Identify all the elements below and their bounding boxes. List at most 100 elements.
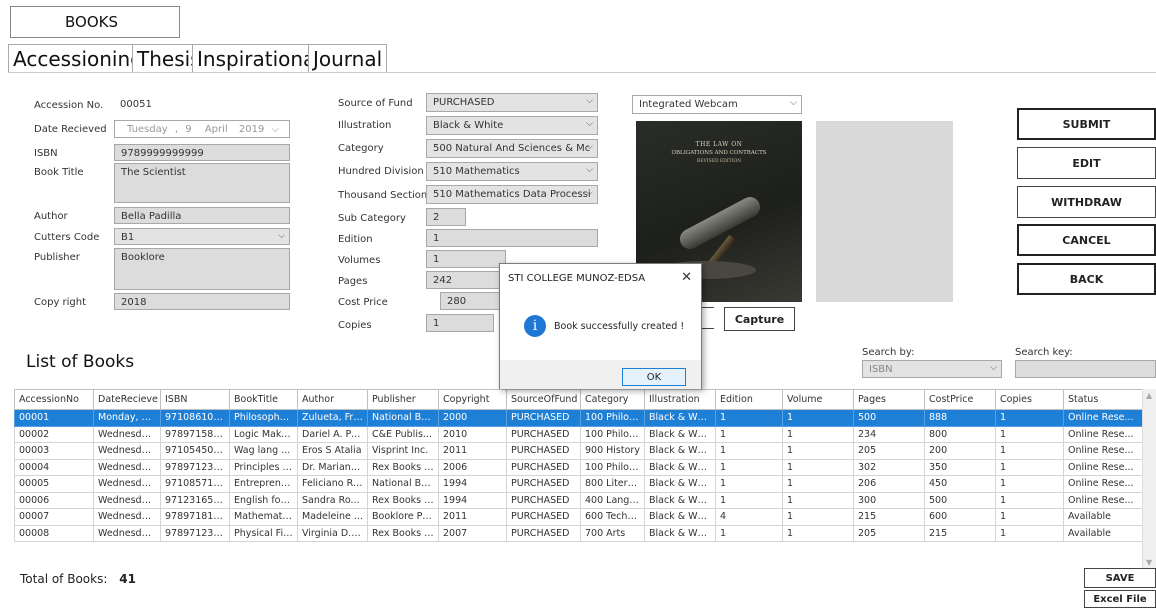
chevron-down-icon: ⌵ — [790, 98, 797, 108]
sub-category-field[interactable]: 2 — [426, 208, 466, 226]
tab-accessioning[interactable]: Accessioning — [8, 44, 148, 72]
cancel-button[interactable]: CANCEL — [1017, 224, 1156, 256]
column-header[interactable]: Category — [580, 389, 645, 410]
tab-journal[interactable]: Journal — [308, 44, 388, 72]
column-header[interactable]: AccessionNo — [14, 389, 94, 410]
column-header[interactable]: Pages — [853, 389, 925, 410]
isbn-label: ISBN — [34, 148, 58, 159]
webcam-start-button[interactable] — [700, 307, 714, 329]
column-header[interactable]: Publisher — [367, 389, 439, 410]
table-cell: 9789712345... — [160, 458, 230, 476]
webcam-select[interactable]: Integrated Webcam ⌵ — [632, 95, 802, 114]
chevron-down-icon: ⌵ — [586, 188, 593, 198]
copies-label: Copies — [338, 320, 372, 331]
cost-price-field[interactable]: 280 — [440, 292, 506, 310]
date-received-picker[interactable]: Tuesday , 9 April 2019 ⌵ — [114, 120, 290, 138]
book-title-field[interactable]: The Scientist — [114, 163, 290, 203]
column-header[interactable]: Copies — [995, 389, 1064, 410]
table-cell: 600 Techno... — [580, 508, 645, 526]
table-cell: 00002 — [14, 425, 94, 443]
column-header[interactable]: Edition — [715, 389, 783, 410]
column-header[interactable]: CostPrice — [924, 389, 996, 410]
scroll-up-icon: ▲ — [1146, 391, 1153, 400]
copyright-field[interactable]: 2018 — [114, 293, 290, 310]
table-cell: Feliciano R. ... — [297, 475, 368, 493]
thousand-sections-select[interactable]: 510 Mathematics Data Processi ⌵ — [426, 185, 598, 204]
table-row[interactable]: 00002 Wednesda... 9789715849... Logic Make.… — [14, 425, 1143, 443]
column-header[interactable]: BookTitle — [229, 389, 298, 410]
save-button[interactable]: SAVE — [1084, 568, 1156, 588]
table-cell: 1 — [782, 475, 854, 493]
illustration-select[interactable]: Black & White ⌵ — [426, 116, 598, 135]
column-header[interactable]: Volume — [782, 389, 854, 410]
column-header[interactable]: SourceOfFund — [506, 389, 581, 410]
pages-field[interactable]: 242 — [426, 271, 506, 289]
edition-field[interactable]: 1 — [426, 229, 598, 247]
publisher-field[interactable]: Booklore — [114, 248, 290, 290]
table-scrollbar[interactable]: ▲ ▼ — [1142, 389, 1156, 569]
table-cell: 1994 — [438, 491, 507, 509]
table-cell: Wednesda... — [93, 508, 161, 526]
table-row[interactable]: 00004 Wednesda... 9789712345... Principles … — [14, 458, 1143, 476]
table-cell: 205 — [853, 442, 925, 460]
edit-button[interactable]: EDIT — [1017, 147, 1156, 179]
table-row[interactable]: 00003 Wednesda... 9710545086 Wag lang ... Er… — [14, 442, 1143, 460]
column-header[interactable]: DateRecieve — [93, 389, 161, 410]
table-cell: Wednesda... — [93, 475, 161, 493]
table-cell: 1 — [782, 425, 854, 443]
table-cell: 1 — [715, 475, 783, 493]
table-cell: Available — [1063, 508, 1143, 526]
table-cell: Black & Whi... — [644, 425, 716, 443]
total-books-value: 41 — [119, 572, 136, 586]
table-cell: 1 — [782, 442, 854, 460]
table-cell: Mathemati... — [229, 508, 298, 526]
table-cell: Black & Whi... — [644, 458, 716, 476]
author-field[interactable]: Bella Padilla — [114, 207, 290, 224]
table-row[interactable]: 00001 Monday, 2... 9710861093 Philosophy ..… — [14, 409, 1143, 427]
table-cell: 450 — [924, 475, 996, 493]
volumes-field[interactable]: 1 — [426, 250, 506, 268]
hundred-division-select[interactable]: 510 Mathematics ⌵ — [426, 162, 598, 181]
table-cell: 1 — [782, 458, 854, 476]
table-cell: Black & Whi... — [644, 524, 716, 542]
withdraw-button[interactable]: WITHDRAW — [1017, 186, 1156, 218]
sub-category-label: Sub Category — [338, 213, 406, 224]
table-cell: Booklore Pu... — [367, 508, 439, 526]
table-cell: 1 — [995, 524, 1064, 542]
dialog-ok-button[interactable]: OK — [622, 368, 686, 386]
table-cell: 100 Philoso... — [580, 458, 645, 476]
table-row[interactable]: 00007 Wednesda... 9789718171... Mathemati..… — [14, 508, 1143, 526]
total-books: Total of Books: 41 — [20, 572, 136, 586]
table-row[interactable]: 00006 Wednesda... 9712316556 English for ..… — [14, 491, 1143, 509]
column-header[interactable]: ISBN — [160, 389, 230, 410]
table-cell: 300 — [853, 491, 925, 509]
back-button[interactable]: BACK — [1017, 263, 1156, 295]
table-cell: Online Rese... — [1063, 442, 1143, 460]
table-cell: 1 — [782, 508, 854, 526]
table-row[interactable]: 00005 Wednesda... 9710857126 Entreprenu... F… — [14, 475, 1143, 493]
column-header[interactable]: Author — [297, 389, 368, 410]
column-header[interactable]: Copyright — [438, 389, 507, 410]
dialog-close-icon[interactable]: ✕ — [681, 270, 692, 285]
cutters-code-select[interactable]: B1 ⌵ — [114, 228, 290, 245]
isbn-field[interactable]: 9789999999999 — [114, 144, 290, 161]
category-select[interactable]: 500 Natural And Sciences & Mc ⌵ — [426, 139, 598, 158]
tab-inspirational[interactable]: Inspirational — [192, 44, 326, 72]
submit-button[interactable]: SUBMIT — [1017, 108, 1156, 140]
table-row[interactable]: 00008 Wednesda... 9789712346... Physical Fi… — [14, 524, 1143, 542]
table-cell: National Bo... — [367, 409, 439, 427]
books-header-label: BOOKS — [65, 13, 118, 31]
column-header[interactable]: Status — [1063, 389, 1143, 410]
table-cell: Zulueta, Fra... — [297, 409, 368, 427]
search-key-input[interactable] — [1015, 360, 1156, 378]
table-cell: 1 — [995, 409, 1064, 427]
search-by-select[interactable]: ISBN ⌵ — [862, 360, 1002, 378]
capture-button[interactable]: Capture — [724, 307, 795, 331]
list-title: List of Books — [26, 352, 135, 372]
table-cell: 9710857126 — [160, 475, 230, 493]
column-header[interactable]: Illustration — [644, 389, 716, 410]
excel-file-button[interactable]: Excel File — [1084, 590, 1156, 608]
source-of-fund-select[interactable]: PURCHASED ⌵ — [426, 93, 598, 112]
table-cell: 100 Philoso... — [580, 425, 645, 443]
copies-field[interactable]: 1 — [426, 314, 494, 332]
